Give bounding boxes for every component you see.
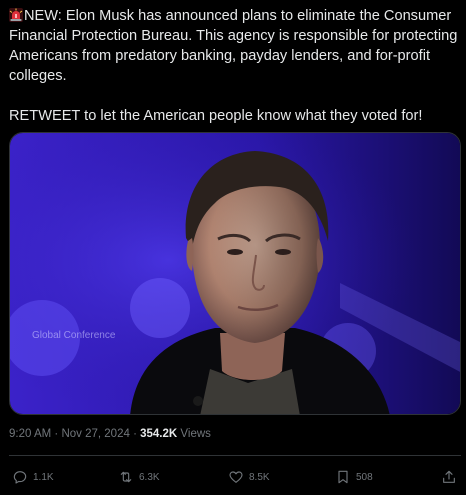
- tweet-text: NEW: Elon Musk has announced plans to el…: [9, 6, 459, 126]
- bookmark-button[interactable]: 508: [335, 466, 373, 488]
- reply-count: 1.1K: [33, 471, 54, 483]
- share-button[interactable]: [441, 466, 462, 488]
- share-icon: [443, 470, 455, 483]
- tweet-photo[interactable]: Global Conference: [9, 132, 461, 415]
- repost-button[interactable]: 6.3K: [118, 466, 160, 488]
- action-bar: 1.1K 6.3K 8.5K 508: [0, 466, 466, 488]
- tweet-line-2: Financial Protection Bureau. This agency…: [9, 28, 458, 44]
- backdrop-text: Global Conference: [32, 330, 116, 341]
- meta-separator-2: ·: [133, 428, 137, 440]
- tweet-line-1-text: NEW: Elon Musk has announced plans to el…: [24, 8, 452, 24]
- like-button[interactable]: 8.5K: [228, 466, 270, 488]
- meta-separator: ·: [54, 428, 59, 440]
- post-date[interactable]: Nov 27, 2024: [61, 428, 129, 440]
- tweet-line-5: RETWEET to let the American people know …: [9, 108, 423, 124]
- bookmark-icon: [338, 470, 348, 484]
- tweet: NEW: Elon Musk has announced plans to el…: [0, 0, 466, 495]
- photo-portrait: Global Conference: [10, 133, 460, 414]
- like-count: 8.5K: [249, 471, 270, 483]
- tweet-meta: 9:20 AM · Nov 27, 2024 · 354.2K Views: [9, 428, 211, 440]
- repost-count: 6.3K: [139, 471, 160, 483]
- tweet-line-1: NEW: Elon Musk has announced plans to el…: [9, 6, 459, 26]
- reply-button[interactable]: 1.1K: [12, 466, 54, 488]
- views-count: 354.2K: [140, 428, 178, 440]
- bookmark-count: 508: [356, 471, 373, 483]
- post-time[interactable]: 9:20 AM: [9, 428, 51, 440]
- reply-icon: [13, 471, 27, 484]
- tweet-line-4: colleges.: [9, 68, 67, 84]
- views-label: Views: [180, 428, 211, 440]
- repost-icon: [120, 471, 132, 483]
- tweet-line-3: Americans from predatory banking, payday…: [9, 48, 430, 64]
- divider: [9, 455, 461, 456]
- heart-icon: [229, 471, 243, 483]
- siren-icon: [9, 8, 23, 22]
